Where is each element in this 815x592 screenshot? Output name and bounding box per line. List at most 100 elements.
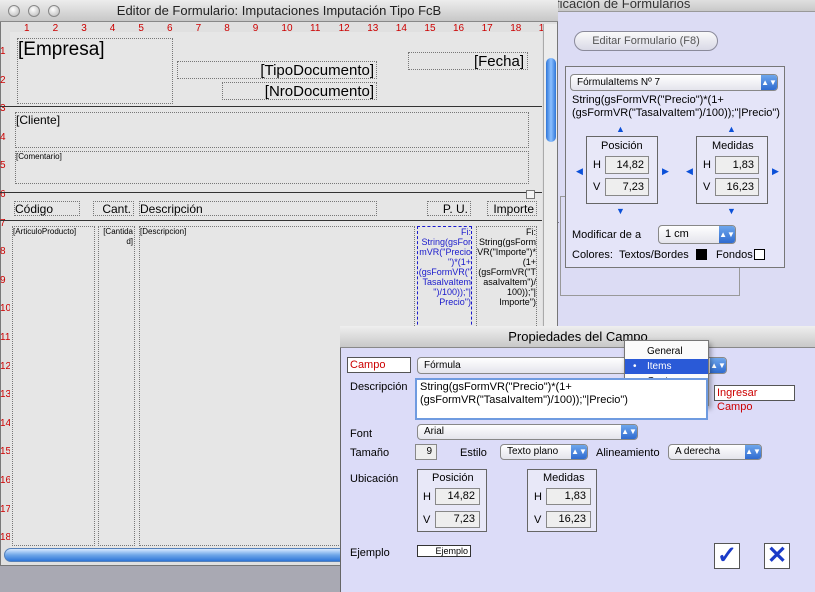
resize-handle[interactable] [526, 190, 535, 199]
estilo-value: Texto plano [507, 446, 559, 457]
scroll-thumb[interactable] [546, 58, 556, 142]
dialog-size-h-field[interactable]: 1,83 [546, 488, 591, 505]
font-value: Arial [424, 426, 445, 437]
move-up-icon[interactable]: ▲ [616, 124, 625, 134]
descripcion-label: Descripción [350, 381, 408, 393]
nro-documento-field[interactable]: [NroDocumento] [222, 82, 377, 100]
section-divider [0, 192, 542, 193]
font-select[interactable]: Arial ▲▼ [417, 424, 638, 440]
tamano-field[interactable]: 9 [415, 444, 437, 460]
edit-form-button[interactable]: Editar Formulario (F8) [574, 31, 718, 51]
size-up-icon[interactable]: ▲ [727, 124, 736, 134]
pos-h-field[interactable]: 14,82 [605, 156, 649, 174]
texts-borders-label: Textos/Bordes [619, 249, 689, 261]
pu-formula-line: Precio") [439, 297, 471, 307]
empresa-field[interactable]: [Empresa] [17, 38, 173, 104]
descripcion-textarea[interactable]: String(gsFormVR("Precio")*(1+ (gsFormVR(… [415, 378, 708, 420]
col-importe-label[interactable]: Importe [487, 201, 537, 216]
modify-label: Modificar de a [572, 229, 642, 241]
ejemplo-label: Ejemplo [350, 547, 390, 559]
col-descripcion-label[interactable]: Descripción [139, 201, 377, 216]
comentario-field[interactable]: [Comentario] [15, 151, 529, 184]
ejemplo-preview: Ejemplo [417, 545, 471, 557]
col-cant-label[interactable]: Cant. [93, 201, 134, 216]
x-icon[interactable]: ✕ [764, 543, 790, 569]
pu-formula-line: mVR("Precio [419, 247, 471, 257]
move-left-icon[interactable]: ◀ [576, 166, 583, 176]
chevron-updown-icon: ▲▼ [571, 445, 587, 459]
pos-v-label: V [593, 181, 601, 193]
importe-formula-line: Fi: [526, 227, 536, 237]
background-window-title: ficación de Formularios [548, 0, 815, 12]
ruler-left-tick: 1 [0, 46, 6, 57]
estilo-select[interactable]: Texto plano ▲▼ [500, 444, 588, 460]
cliente-field[interactable]: [Cliente] [15, 112, 529, 148]
pos-v-field[interactable]: 7,23 [605, 178, 649, 196]
font-label: Font [350, 428, 373, 440]
minimize-icon[interactable] [28, 5, 40, 17]
importe-formula-line: Importe") [499, 297, 536, 307]
section-divider [0, 220, 542, 221]
size-v-field[interactable]: 16,23 [715, 178, 759, 196]
size-right-icon[interactable]: ▶ [772, 166, 779, 176]
fecha-field[interactable]: [Fecha] [408, 52, 528, 70]
dialog-size-v-label: V [534, 514, 542, 526]
chevron-updown-icon: ▲▼ [621, 425, 637, 439]
ingresar-campo-button[interactable]: Ingresar Campo [714, 385, 795, 413]
field-type-value: Fórmula [424, 360, 461, 371]
cantidad-line-2: d] [126, 237, 133, 246]
modify-step-select[interactable]: 1 cm ▲▼ [658, 225, 736, 244]
close-icon[interactable] [8, 5, 20, 17]
chevron-updown-icon: ▲▼ [745, 445, 761, 459]
dialog-pos-h-label: H [423, 491, 431, 503]
dialog-pos-v-field[interactable]: 7,23 [435, 511, 480, 528]
importe-formula-line: VR("Importe")* [477, 247, 536, 257]
importe-formula-line: (gsFormVR("T [478, 267, 536, 277]
pu-formula-line: ")/100));"| [433, 287, 471, 297]
size-down-icon[interactable]: ▼ [727, 206, 736, 216]
check-icon[interactable]: ✓ [714, 543, 740, 569]
zoom-icon[interactable] [48, 5, 60, 17]
col-codigo-label[interactable]: Código [14, 201, 80, 216]
editor-title: Editor de Formulario: Imputaciones Imput… [0, 0, 558, 22]
size-v-label: V [703, 181, 711, 193]
cantidad-column[interactable]: [Cantida d] [98, 226, 135, 546]
dialog-size-v-field[interactable]: 16,23 [546, 511, 591, 528]
col-pu-label[interactable]: P. U. [427, 201, 471, 216]
background-color-swatch[interactable] [754, 249, 765, 260]
ruler-left-tick: 11 [0, 332, 11, 343]
cantidad-line-1: [Cantida [103, 227, 133, 236]
tamano-label: Tamaño [350, 447, 390, 459]
size-left-icon[interactable]: ◀ [686, 166, 693, 176]
ruler-left-tick: 6 [0, 189, 6, 200]
campo-button[interactable]: Campo [347, 357, 411, 373]
importe-formula-line: (1+ [522, 257, 536, 267]
articulo-column[interactable]: [ArticuloProducto] [12, 226, 95, 546]
dialog-position-label: Posición [432, 472, 474, 484]
chevron-updown-icon: ▲▼ [719, 226, 735, 243]
alineamiento-select[interactable]: A derecha ▲▼ [668, 444, 762, 460]
pu-formula-line: Fi: [461, 227, 471, 237]
tipo-documento-field[interactable]: [TipoDocumento] [177, 61, 377, 79]
move-down-icon[interactable]: ▼ [616, 206, 625, 216]
size-label: Medidas [712, 140, 754, 152]
size-h-label: H [703, 159, 711, 171]
menu-item-items[interactable]: Items [625, 359, 708, 374]
ruler-left-tick: 4 [0, 131, 6, 143]
chevron-updown-icon: ▲▼ [710, 358, 726, 373]
ruler-left-tick: 2 [0, 74, 6, 86]
dialog-size-label: Medidas [543, 472, 585, 484]
inspector-formula-text: String(gsFormVR("Precio")*(1+ (gsFormVR(… [572, 94, 780, 119]
move-right-icon[interactable]: ▶ [662, 166, 669, 176]
fondos-label: Fondos [716, 249, 753, 261]
menu-item-general[interactable]: General [625, 344, 708, 359]
dialog-pos-h-field[interactable]: 14,82 [435, 488, 480, 505]
ruler-left-tick: 3 [0, 103, 6, 115]
text-color-swatch[interactable] [696, 249, 707, 260]
section-divider [0, 106, 542, 107]
ruler-left-tick: 5 [0, 160, 6, 172]
field-selector[interactable]: FórmulaItems Nº 7 ▲▼ [570, 74, 778, 91]
alineamiento-label: Alineamiento [596, 447, 660, 459]
modify-step-value: 1 cm [665, 228, 689, 240]
size-h-field[interactable]: 1,83 [715, 156, 759, 174]
